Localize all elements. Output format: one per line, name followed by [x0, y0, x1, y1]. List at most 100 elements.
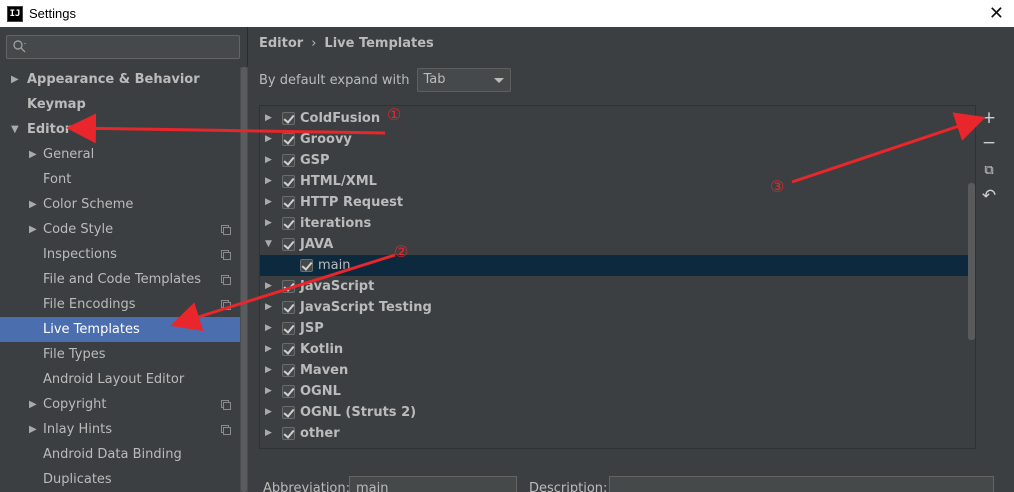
- expanded-arrow-icon[interactable]: ▼: [265, 234, 272, 255]
- settings-search-input[interactable]: [6, 35, 240, 59]
- collapsed-arrow-icon[interactable]: ▶: [265, 318, 272, 339]
- collapsed-arrow-icon[interactable]: ▶: [265, 297, 272, 318]
- template-group[interactable]: ▶ other: [260, 423, 975, 444]
- expanded-arrow-icon[interactable]: ▼: [11, 117, 23, 142]
- template-toolbar: + − ⧉ ↶: [976, 105, 1002, 449]
- collapsed-arrow-icon[interactable]: ▶: [265, 360, 272, 381]
- collapsed-arrow-icon[interactable]: ▶: [29, 142, 41, 167]
- collapsed-arrow-icon[interactable]: ▶: [29, 417, 41, 442]
- template-checkbox[interactable]: [282, 448, 295, 449]
- sidebar-item-android-layout-editor[interactable]: Android Layout Editor: [0, 367, 240, 392]
- template-group[interactable]: ▶ output: [260, 444, 975, 449]
- search-icon: [13, 40, 26, 53]
- collapsed-arrow-icon[interactable]: ▶: [265, 213, 272, 234]
- collapsed-arrow-icon[interactable]: ▶: [265, 129, 272, 150]
- template-group-label: other: [300, 426, 340, 441]
- collapsed-arrow-icon[interactable]: ▶: [265, 402, 272, 423]
- template-group[interactable]: ▶ JSP: [260, 318, 975, 339]
- collapsed-arrow-icon[interactable]: ▶: [265, 444, 272, 448]
- template-checkbox[interactable]: [282, 154, 295, 167]
- chevron-down-icon: [493, 78, 504, 83]
- collapsed-arrow-icon[interactable]: ▶: [29, 192, 41, 217]
- sidebar-item-label: Android Data Binding: [43, 447, 182, 462]
- sidebar-item-file-encodings[interactable]: File Encodings: [0, 292, 240, 317]
- sidebar-item-label: Editor: [27, 122, 72, 137]
- expand-with-select[interactable]: Tab: [416, 68, 511, 92]
- sidebar-item-editor[interactable]: ▼ Editor: [0, 117, 240, 142]
- remove-icon[interactable]: −: [980, 133, 998, 153]
- template-group-label: Maven: [300, 363, 349, 378]
- template-group[interactable]: ▶ Groovy: [260, 129, 975, 150]
- sidebar-item-general[interactable]: ▶ General: [0, 142, 240, 167]
- sidebar-item-copyright[interactable]: ▶ Copyright: [0, 392, 240, 417]
- description-field[interactable]: [609, 476, 994, 492]
- collapsed-arrow-icon[interactable]: ▶: [29, 392, 41, 417]
- sidebar-item-file-and-code-templates[interactable]: File and Code Templates: [0, 267, 240, 292]
- template-checkbox[interactable]: [282, 427, 295, 440]
- template-group[interactable]: ▼ JAVA: [260, 234, 975, 255]
- template-checkbox[interactable]: [282, 301, 295, 314]
- sidebar-item-live-templates[interactable]: Live Templates: [0, 317, 240, 342]
- expand-with-label: By default expand with: [259, 72, 410, 88]
- sidebar-item-color-scheme[interactable]: ▶ Color Scheme: [0, 192, 240, 217]
- template-group[interactable]: ▶ Kotlin: [260, 339, 975, 360]
- collapsed-arrow-icon[interactable]: ▶: [11, 67, 23, 92]
- sidebar-item-label: Android Layout Editor: [43, 372, 185, 387]
- sidebar-item-code-style[interactable]: ▶ Code Style: [0, 217, 240, 242]
- sidebar-item-android-data-binding[interactable]: Android Data Binding: [0, 442, 240, 467]
- sidebar-item-inspections[interactable]: Inspections: [0, 242, 240, 267]
- collapsed-arrow-icon[interactable]: ▶: [29, 217, 41, 242]
- sidebar-scroll-thumb[interactable]: [241, 67, 247, 492]
- template-list-scroll-thumb[interactable]: [968, 183, 975, 340]
- template-item[interactable]: main: [260, 255, 975, 276]
- sidebar-item-duplicates[interactable]: Duplicates: [0, 467, 240, 492]
- template-group[interactable]: ▶ JavaScript: [260, 276, 975, 297]
- sidebar-item-keymap[interactable]: Keymap: [0, 92, 240, 117]
- template-editor: Abbreviation: main Description:: [249, 459, 1014, 492]
- collapsed-arrow-icon[interactable]: ▶: [265, 108, 272, 129]
- template-checkbox[interactable]: [282, 217, 295, 230]
- template-checkbox[interactable]: [282, 280, 295, 293]
- template-group[interactable]: ▶ JavaScript Testing: [260, 297, 975, 318]
- template-checkbox[interactable]: [300, 259, 313, 272]
- restore-icon[interactable]: ↶: [980, 186, 998, 206]
- template-checkbox[interactable]: [282, 133, 295, 146]
- sidebar-item-appearance-behavior[interactable]: ▶ Appearance & Behavior: [0, 67, 240, 92]
- template-group[interactable]: ▶ OGNL: [260, 381, 975, 402]
- collapsed-arrow-icon[interactable]: ▶: [265, 192, 272, 213]
- collapsed-arrow-icon[interactable]: ▶: [265, 276, 272, 297]
- template-checkbox[interactable]: [282, 385, 295, 398]
- template-checkbox[interactable]: [282, 238, 295, 251]
- template-checkbox[interactable]: [282, 343, 295, 356]
- template-group[interactable]: ▶ HTTP Request: [260, 192, 975, 213]
- add-icon[interactable]: +: [980, 108, 998, 128]
- sidebar-item-inlay-hints[interactable]: ▶ Inlay Hints: [0, 417, 240, 442]
- abbreviation-field[interactable]: main: [349, 476, 517, 492]
- sidebar-scrollbar[interactable]: [240, 67, 248, 492]
- template-checkbox[interactable]: [282, 196, 295, 209]
- sidebar-item-font[interactable]: Font: [0, 167, 240, 192]
- template-group[interactable]: ▶ Maven: [260, 360, 975, 381]
- collapsed-arrow-icon[interactable]: ▶: [265, 171, 272, 192]
- template-checkbox[interactable]: [282, 112, 295, 125]
- template-checkbox[interactable]: [282, 322, 295, 335]
- collapsed-arrow-icon[interactable]: ▶: [265, 339, 272, 360]
- template-group[interactable]: ▶ iterations: [260, 213, 975, 234]
- template-group-label: JavaScript Testing: [300, 300, 432, 315]
- template-checkbox[interactable]: [282, 406, 295, 419]
- template-group[interactable]: ▶ OGNL (Struts 2): [260, 402, 975, 423]
- template-checkbox[interactable]: [282, 364, 295, 377]
- collapsed-arrow-icon[interactable]: ▶: [265, 381, 272, 402]
- template-checkbox[interactable]: [282, 175, 295, 188]
- collapsed-arrow-icon[interactable]: ▶: [265, 423, 272, 444]
- sidebar-item-label: Inspections: [43, 247, 117, 262]
- template-group[interactable]: ▶ ColdFusion: [260, 108, 975, 129]
- template-group[interactable]: ▶ GSP: [260, 150, 975, 171]
- close-window-button[interactable]: ✕: [989, 3, 1004, 24]
- template-group-label: JavaScript: [300, 279, 375, 294]
- collapsed-arrow-icon[interactable]: ▶: [265, 150, 272, 171]
- sidebar-item-file-types[interactable]: File Types: [0, 342, 240, 367]
- template-group[interactable]: ▶ HTML/XML: [260, 171, 975, 192]
- settings-sidebar: ▶ Appearance & Behavior Keymap ▼ Editor ▶ Gene…: [0, 27, 248, 492]
- copy-icon[interactable]: ⧉: [980, 161, 998, 179]
